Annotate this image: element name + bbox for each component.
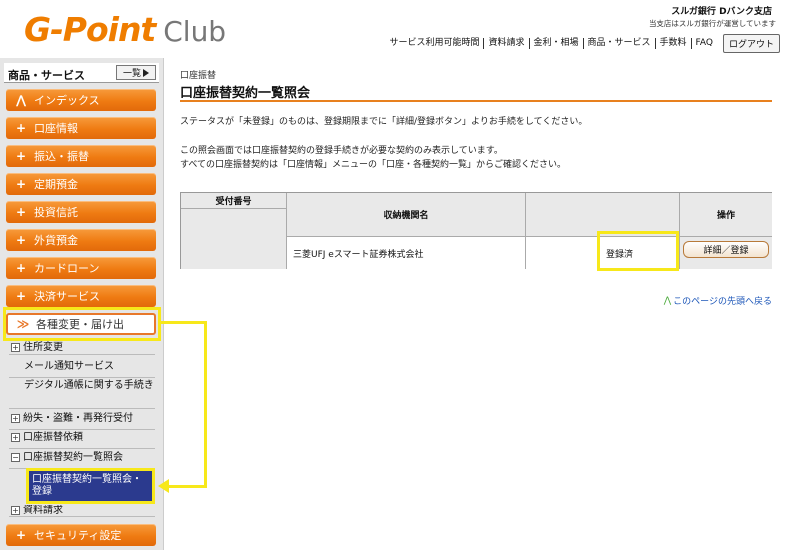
menu-label: 口座情報 [34, 122, 78, 135]
sub-label: デジタル通帳に関する手続き [24, 380, 154, 391]
menu-label: インデックス [34, 94, 100, 107]
menu-account-info[interactable]: + 口座情報 [6, 117, 156, 139]
plus-icon: + [15, 233, 27, 247]
arrow-left-icon [158, 479, 169, 493]
expand-icon[interactable]: + [11, 506, 20, 515]
expand-icon[interactable]: + [11, 343, 20, 352]
plus-icon: + [15, 261, 27, 275]
menu-transfer[interactable]: + 振込・振替 [6, 145, 156, 167]
page-title: 口座振替契約一覧照会 [180, 86, 311, 101]
menu-security-settings[interactable]: + セキュリティ設定 [6, 524, 156, 546]
sidebar-title: 商品・サービス [8, 69, 85, 82]
title-divider [180, 100, 772, 102]
plus-icon: + [15, 289, 27, 303]
logo-mark: G-Point [24, 10, 156, 49]
menu-label: 投資信託 [34, 206, 78, 219]
menu-investment-trust[interactable]: + 投資信託 [6, 201, 156, 223]
menu-payment-service[interactable]: + 決済サービス [6, 285, 156, 307]
sub-lost-stolen[interactable]: + 紛失・盗難・再発行受付 [9, 413, 155, 430]
page-top-label: このページの先頭へ戻る [673, 297, 772, 307]
cell-receipt-no [181, 209, 287, 269]
info-message-2: すべての口座振替契約は「口座情報」メニューの「口座・各種契約一覧」からご確認くだ… [180, 160, 567, 170]
menu-label: 定期預金 [34, 178, 78, 191]
status-message: ステータスが「未登録」のものは、登録期限までに「詳細/登録ボタン」よりお手続をし… [180, 117, 588, 127]
double-up-icon: ⋀ [663, 295, 672, 306]
collapse-icon[interactable]: − [11, 453, 20, 462]
logo-club: Club [163, 15, 227, 48]
bank-name: スルガ銀行 Dバンク支店 [671, 7, 772, 17]
page-top-link[interactable]: ⋀ このページの先頭へ戻る [663, 294, 772, 308]
header: G-Point Club スルガ銀行 Dバンク支店 当支店はスルガ銀行が運営して… [0, 0, 800, 58]
sub-digital-passbook[interactable]: デジタル通帳に関する手続き [9, 380, 155, 409]
sub-label: メール通知サービス [24, 361, 114, 372]
nav-service-hours[interactable]: サービス利用可能時間 [385, 38, 483, 49]
nav-fees[interactable]: 手数料 [654, 38, 691, 49]
info-message-1: この照会画面では口座振替契約の登録手続きが必要な契約のみ表示しています。 [180, 146, 503, 156]
sub-mail-notification[interactable]: メール通知サービス [9, 361, 155, 378]
sub-label: 資料請求 [23, 505, 63, 516]
plus-icon: + [15, 528, 27, 542]
menu-label: 決済サービス [34, 290, 100, 303]
menu-index[interactable]: ⋀ インデックス [6, 89, 156, 111]
main-content: 口座振替 口座振替契約一覧照会 ステータスが「未登録」のものは、登録期限までに「… [163, 58, 800, 550]
contract-table: 受付番号 収納機関名 三菱UFJ eスマート証券株式会社 登録済 操作 詳細／登… [180, 192, 772, 269]
sub-address-change[interactable]: + 住所変更 [9, 342, 155, 355]
connector-line [204, 321, 207, 488]
breadcrumb: 口座振替 [180, 71, 217, 81]
sub-label: 口座振替依頼 [23, 432, 83, 443]
sidebar-header: 商品・サービス 一覧 [4, 63, 159, 83]
highlight-status [597, 231, 679, 271]
plus-icon: + [15, 205, 27, 219]
sub-transfer-contract-list[interactable]: − 口座振替契約一覧照会 [9, 452, 155, 469]
sub-label: 住所変更 [23, 342, 63, 353]
logout-button[interactable]: ログアウト [722, 34, 780, 53]
sub-label: 口座振替契約一覧照会 [23, 452, 123, 463]
connector-line [161, 321, 207, 324]
list-button-label: 一覧 [122, 69, 141, 79]
detail-register-button[interactable]: 詳細／登録 [683, 241, 769, 258]
highlight-submenu [26, 468, 155, 504]
nav-products[interactable]: 商品・サービス [582, 38, 655, 49]
highlight-menu [3, 307, 161, 341]
menu-label: 振込・振替 [34, 150, 89, 163]
expand-icon[interactable]: + [11, 433, 20, 442]
nav-faq[interactable]: FAQ [690, 38, 717, 49]
menu-label: セキュリティ設定 [34, 529, 122, 542]
menu-foreign-deposit[interactable]: + 外貨預金 [6, 229, 156, 251]
menu-label: カードローン [34, 262, 100, 275]
double-up-icon: ⋀ [15, 93, 27, 107]
global-nav: サービス利用可能時間 資料請求 金利・相場 商品・サービス 手数料 FAQ ログ… [385, 34, 780, 53]
header-action: 操作 [680, 193, 772, 237]
list-button[interactable]: 一覧 [116, 65, 156, 80]
plus-icon: + [15, 177, 27, 191]
plus-icon: + [15, 121, 27, 135]
sub-transfer-request[interactable]: + 口座振替依頼 [9, 432, 155, 449]
logo[interactable]: G-Point Club [24, 10, 226, 50]
bank-note: 当支店はスルガ銀行が運営しています [648, 19, 776, 28]
sub-label: 紛失・盗難・再発行受付 [23, 413, 133, 424]
connector-line [168, 485, 207, 488]
sub-document-request[interactable]: + 資料請求 [9, 505, 155, 517]
menu-label: 外貨預金 [34, 234, 78, 247]
header-institution: 収納機関名 [287, 193, 526, 237]
header-receipt-no: 受付番号 [181, 193, 287, 209]
expand-icon[interactable]: + [11, 414, 20, 423]
nav-rates[interactable]: 金利・相場 [528, 38, 583, 49]
arrow-right-icon [143, 68, 149, 77]
cell-institution: 三菱UFJ eスマート証券株式会社 [287, 237, 526, 269]
menu-card-loan[interactable]: + カードローン [6, 257, 156, 279]
nav-document-request[interactable]: 資料請求 [483, 38, 528, 49]
menu-time-deposit[interactable]: + 定期預金 [6, 173, 156, 195]
plus-icon: + [15, 149, 27, 163]
